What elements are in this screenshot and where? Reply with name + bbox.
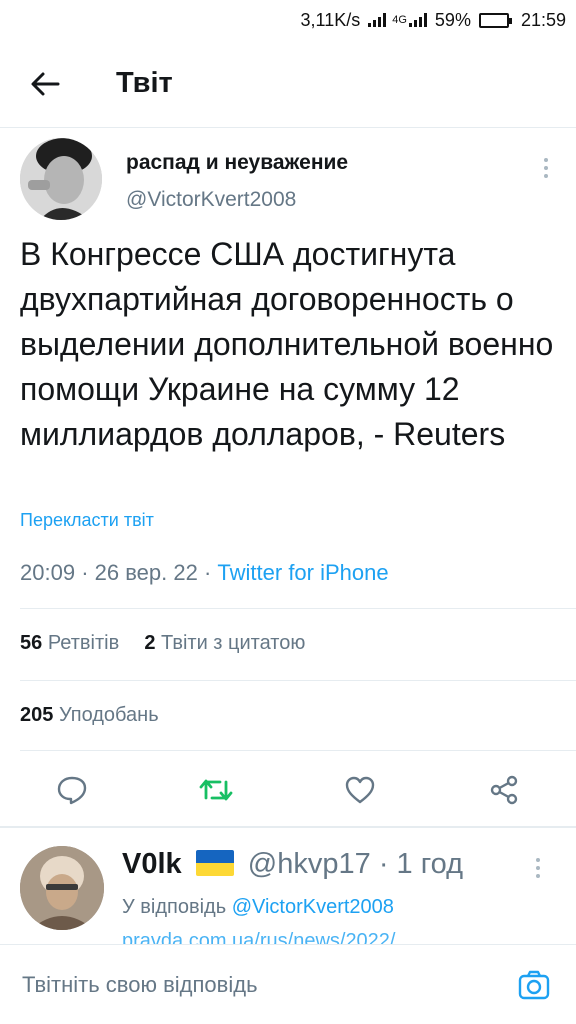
retweets-stat[interactable]: 56 Ретвітів <box>20 632 125 654</box>
like-button[interactable] <box>328 758 392 822</box>
tweet-time: 20:09 <box>20 560 76 585</box>
status-bar: 3,11K/s 4G 59% 21:59 <box>0 0 576 40</box>
network-type: 4G <box>392 14 407 26</box>
reply-to-mention[interactable]: @VictorKvert2008 <box>232 896 394 918</box>
arrow-left-icon <box>31 72 60 95</box>
page-title: Твіт <box>116 67 173 99</box>
likes-label: Уподобань <box>58 704 159 726</box>
back-button[interactable] <box>0 40 90 128</box>
translate-link[interactable]: Перекласти твіт <box>20 510 154 531</box>
camera-icon <box>518 970 550 1000</box>
author-handle[interactable]: @VictorKvert2008 <box>126 188 296 212</box>
tweet-source-link[interactable]: Twitter for iPhone <box>217 560 388 585</box>
retweet-button[interactable] <box>184 758 248 822</box>
divider <box>20 750 576 751</box>
tweet-date: 26 вер. 22 <box>94 560 198 585</box>
author-avatar[interactable] <box>20 138 102 220</box>
divider <box>20 680 576 681</box>
reply-author-handle[interactable]: @hkvp17 <box>248 848 371 880</box>
reply-time: 1 год <box>396 848 464 880</box>
quotes-stat[interactable]: 2 Твіти з цитатою <box>144 632 305 654</box>
reply-author-name[interactable]: V0lk <box>122 848 182 880</box>
quotes-label: Твіти з цитатою <box>161 632 306 654</box>
actions-row <box>0 758 576 822</box>
header: Твіт <box>0 40 576 128</box>
author-name[interactable]: распад и неуважение <box>126 151 348 175</box>
reply-link-text[interactable]: pravda.com.ua/rus/news/2022/ <box>122 930 396 944</box>
reply-to-label: У відповідь <box>122 896 227 918</box>
divider <box>20 608 576 609</box>
share-button[interactable] <box>472 758 536 822</box>
author-row: распад и неуважение @VictorKvert2008 <box>20 138 560 220</box>
meta-separator-2: · <box>203 560 212 585</box>
tweet-meta: 20:09 · 26 вер. 22 · Twitter for iPhone <box>20 560 389 586</box>
retweet-icon <box>199 779 233 801</box>
reply-separator: · <box>378 848 389 880</box>
quotes-count: 2 <box>144 632 156 654</box>
reply-button[interactable] <box>40 758 104 822</box>
retweets-count: 56 <box>20 632 43 654</box>
network-speed: 3,11K/s <box>300 9 361 30</box>
heart-icon <box>345 776 375 804</box>
signal-icon-2 <box>408 13 427 27</box>
tweet-text: В Конгрессе США достигнута двухпартийная… <box>20 236 554 452</box>
more-vertical-icon[interactable] <box>528 854 548 884</box>
reply-avatar[interactable] <box>20 846 104 930</box>
reply-header: V0lk @hkvp17 · 1 год <box>122 848 463 881</box>
reply-input[interactable] <box>20 955 490 1015</box>
retweets-label: Ретвітів <box>47 632 120 654</box>
signal-icon <box>368 13 387 27</box>
battery-icon <box>478 12 512 28</box>
meta-separator: · <box>81 560 89 585</box>
more-vertical-icon[interactable] <box>536 154 556 184</box>
ukraine-flag-icon <box>195 850 234 876</box>
stats-row: 56 Ретвітів 2 Твіти з цитатою <box>20 632 305 655</box>
camera-button[interactable] <box>512 963 556 1007</box>
battery-percent: 59% <box>434 9 471 30</box>
reply-composer <box>0 944 576 1024</box>
share-icon <box>490 775 518 805</box>
replying-to: У відповідь @VictorKvert2008 <box>122 896 394 919</box>
likes-stat[interactable]: 205 Уподобань <box>20 704 159 727</box>
clock: 21:59 <box>520 9 566 30</box>
likes-count: 205 <box>20 704 54 726</box>
comment-icon <box>57 776 87 805</box>
reply-tweet[interactable]: V0lk @hkvp17 · 1 год У відповідь @Victor… <box>0 828 576 944</box>
